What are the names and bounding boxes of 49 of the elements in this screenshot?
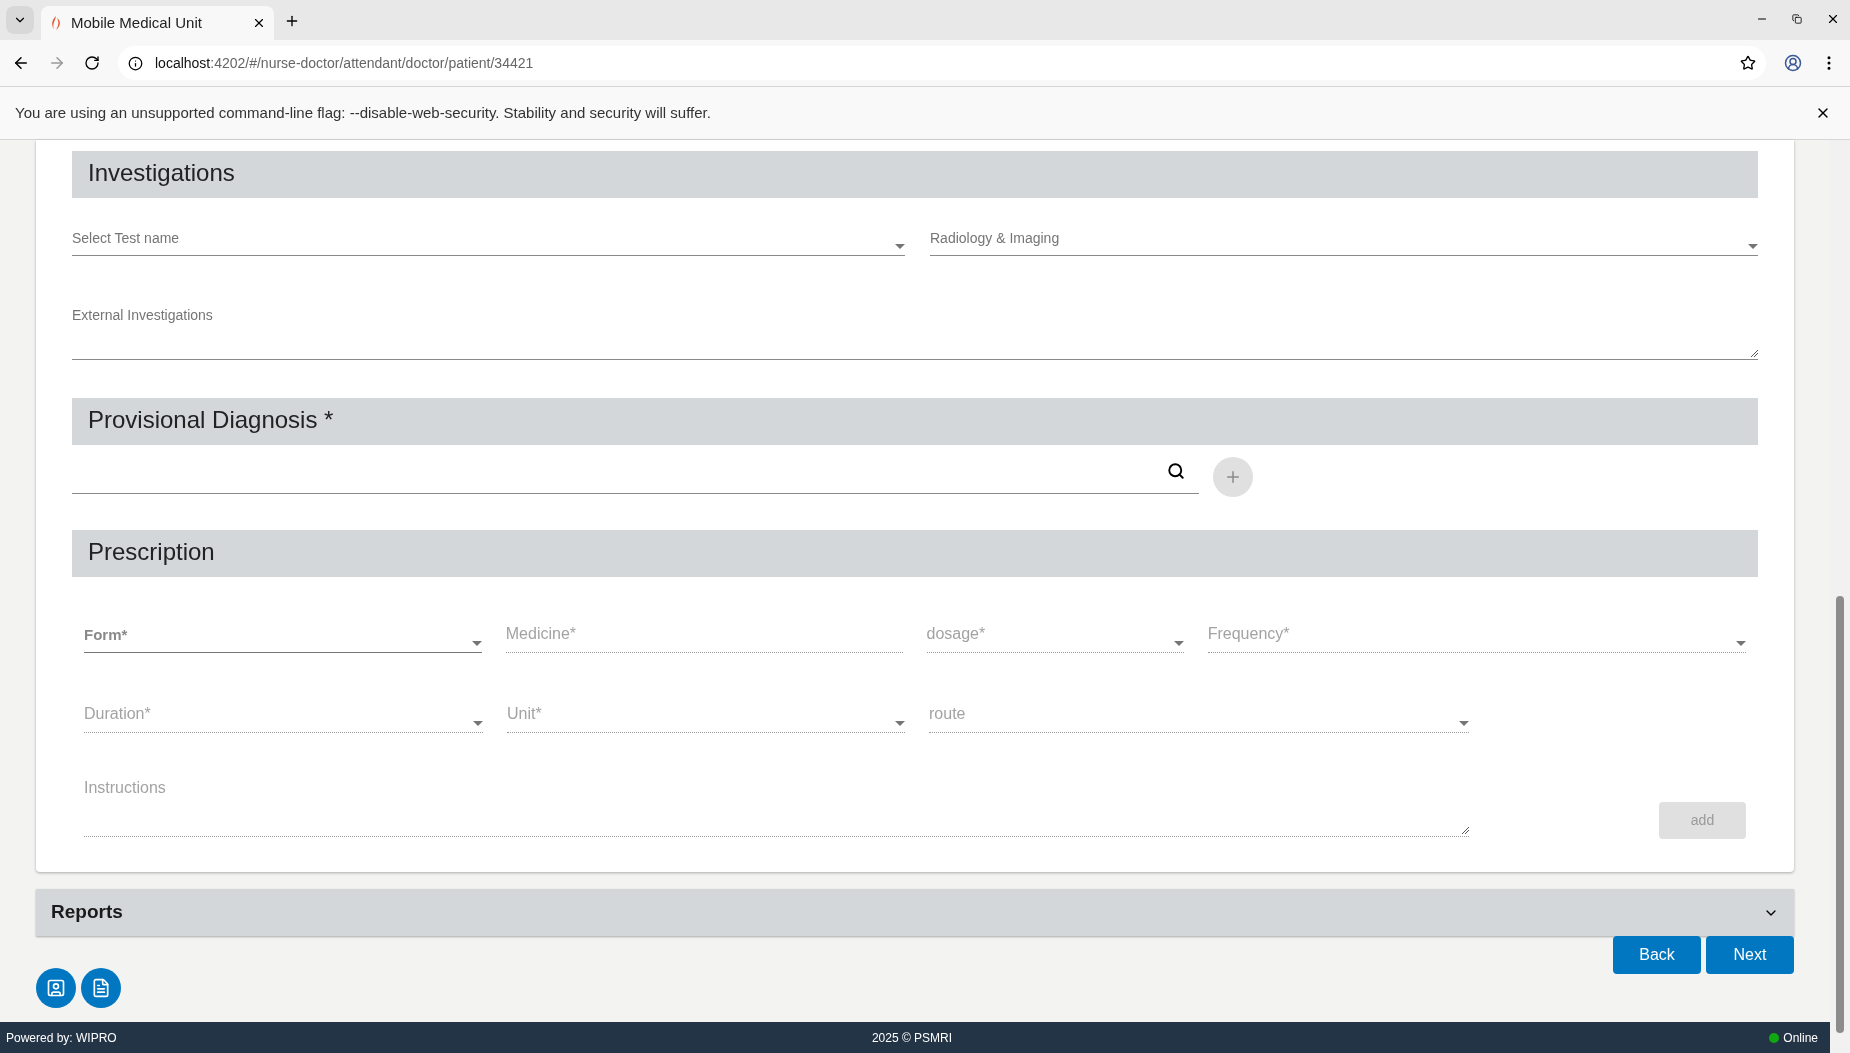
copyright-text: 2025 © PSMRI [870,1029,954,1047]
bookmark-star-icon[interactable] [1740,55,1756,71]
section-header: Investigations [72,151,1758,198]
patient-card-button[interactable] [36,968,76,1008]
select-field[interactable]: Select Test name [72,218,905,256]
new-tab-icon[interactable] [284,13,300,29]
resize-grip-icon [1750,349,1758,357]
close-icon[interactable] [1826,12,1840,26]
profile-icon[interactable] [1784,54,1802,72]
dropdown-caret-icon [895,721,905,726]
dropdown-caret-icon [473,721,483,726]
plus-icon [1224,468,1242,486]
dropdown-caret-icon [1173,641,1184,646]
dropdown-caret-icon [1748,244,1758,249]
powered-by-text: Powered by: WIPRO [6,1029,118,1047]
add-diagnosis-button[interactable] [1213,457,1253,497]
logo-icon [49,15,63,31]
address-field[interactable]: localhost:4202/#/nurse-doctor/attendant/doctor/patient/34421 [118,46,1766,80]
dropdown-caret-icon [1736,641,1746,646]
restore-icon[interactable] [1792,14,1802,24]
resize-grip-icon [1461,826,1469,834]
scrollbar-thumb[interactable] [1836,596,1844,1033]
dropdown-caret-icon [895,244,905,249]
reports-title: Reports [51,900,124,925]
browser-tab[interactable]: Mobile Medical Unit [41,6,274,40]
dropdown-caret-icon [471,641,482,646]
reports-panel-header[interactable]: Reports [36,889,1794,936]
info-icon [128,55,143,71]
select-field[interactable]: Form* [84,616,482,653]
search-icon [1167,461,1185,480]
warning-message: You are using an unsupported command-line flag: --disable-web-security. Stability and security will suffer. [15,102,712,123]
back-button[interactable]: Back [1613,936,1701,974]
next-button[interactable]: Next [1706,936,1794,974]
dropdown-caret-icon [1459,721,1469,726]
close-icon[interactable] [252,16,266,30]
tab-title: Mobile Medical Unit [71,12,203,33]
forward-icon[interactable] [48,54,66,72]
select-field[interactable]: Radiology & Imaging [930,218,1758,256]
add-button[interactable]: add [1659,802,1746,839]
status-text: Online [1783,1029,1818,1047]
document-icon [91,978,111,998]
url-text: localhost:4202/#/nurse-doctor/attendant/doctor/patient/34421 [155,53,535,73]
document-button[interactable] [81,968,121,1008]
textarea-field[interactable]: External Investigations [72,305,1758,360]
reload-icon[interactable] [84,55,100,71]
section-header: Provisional Diagnosis * [72,398,1758,445]
section-header: Prescription [72,530,1758,577]
contact-icon [46,978,66,998]
back-icon[interactable] [12,54,30,72]
